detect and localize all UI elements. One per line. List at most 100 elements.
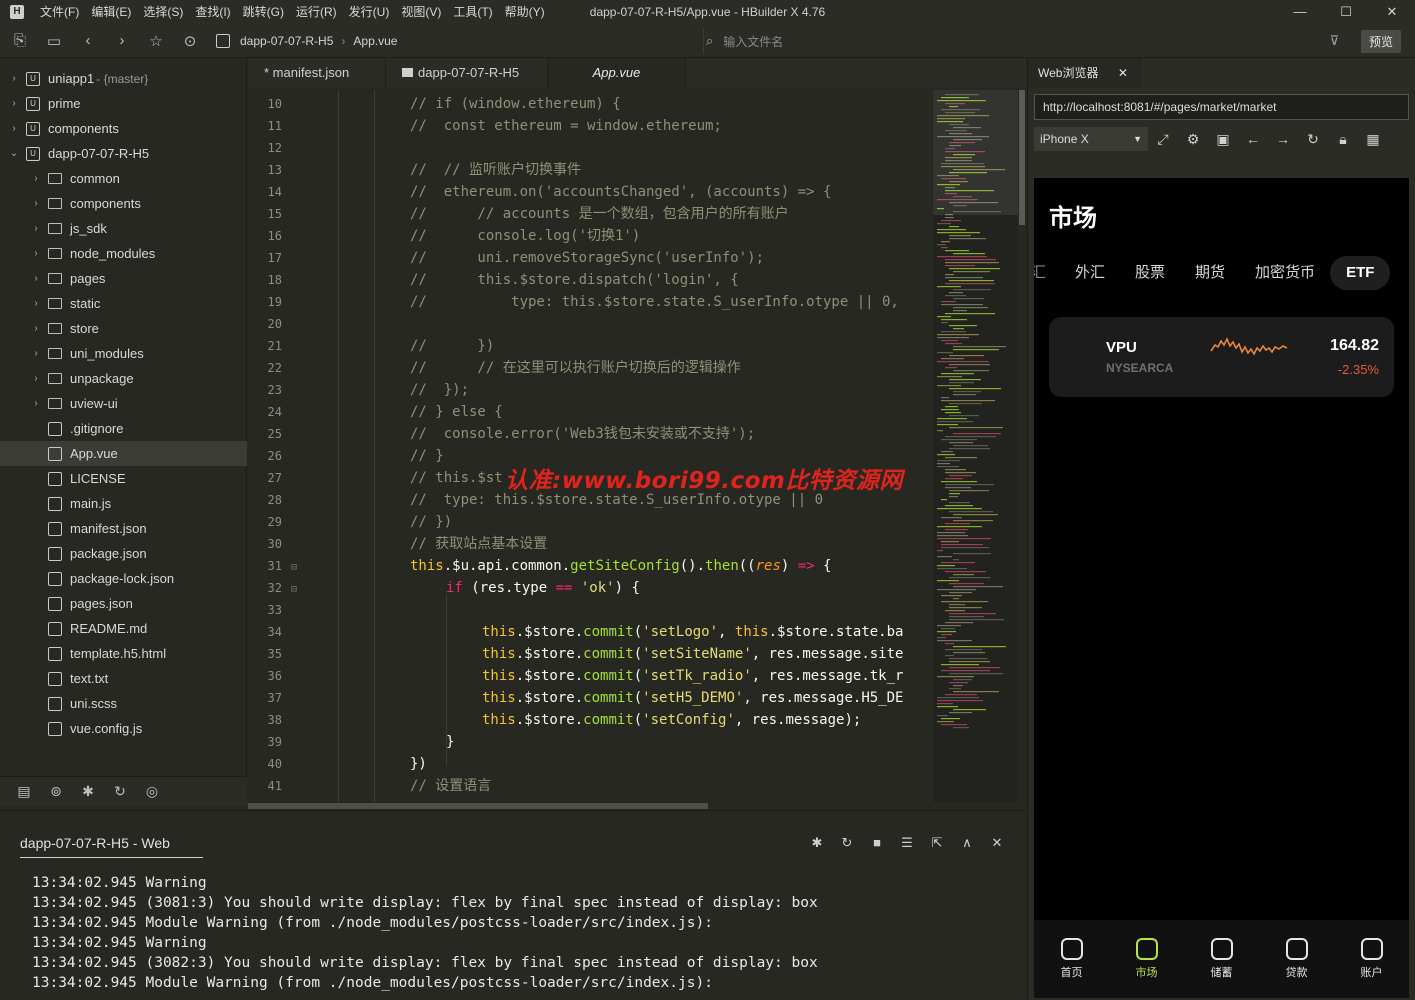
chevron-icon[interactable]: › xyxy=(30,198,42,209)
filter-log-icon[interactable]: ☰ xyxy=(892,835,922,851)
chevron-icon[interactable]: › xyxy=(8,123,20,134)
back-arrow-icon[interactable]: ← xyxy=(1238,131,1268,147)
chevron-icon[interactable]: › xyxy=(30,173,42,184)
sidebar-item[interactable]: › Uprime xyxy=(0,91,247,116)
minimap[interactable] xyxy=(933,90,1018,802)
url-input[interactable]: http://localhost:8081/#/pages/market/mar… xyxy=(1034,94,1409,120)
rotate-icon[interactable]: ⤢ xyxy=(1148,131,1178,148)
sidebar-item[interactable]: › pages xyxy=(0,266,247,291)
collapse-icon[interactable]: ∧ xyxy=(952,835,982,851)
close-button[interactable]: ✕ xyxy=(1369,0,1415,24)
forward-arrow-icon[interactable]: → xyxy=(1268,131,1298,147)
asset-card[interactable]: VPU NYSEARCA 164.82 -2.35% xyxy=(1049,317,1394,397)
save-icon[interactable]: ▭ xyxy=(40,27,68,55)
sidebar-item[interactable]: App.vue xyxy=(0,441,247,466)
restart-icon[interactable]: ↻ xyxy=(832,835,862,851)
plugin-icon[interactable]: ◎ xyxy=(136,783,168,800)
breadcrumb-project[interactable]: dapp-07-07-R-H5 xyxy=(240,34,333,48)
menu-run[interactable]: 运行(R) xyxy=(290,0,343,24)
code-editor[interactable]: 10 // if (window.ethereum) {11 // const et… xyxy=(248,90,933,802)
sidebar-item[interactable]: main.js xyxy=(0,491,247,516)
close-icon[interactable]: ✕ xyxy=(1118,66,1128,80)
menu-publish[interactable]: 发行(U) xyxy=(343,0,396,24)
vertical-scrollbar[interactable] xyxy=(1018,90,1026,802)
nav-item[interactable]: 市场 xyxy=(1117,938,1177,980)
forward-icon[interactable]: › xyxy=(108,27,136,55)
menu-view[interactable]: 视图(V) xyxy=(395,0,447,24)
sidebar-item[interactable]: package-lock.json xyxy=(0,566,247,591)
preview-button[interactable]: 预览 xyxy=(1360,30,1401,53)
bookmark-star-icon[interactable]: ☆ xyxy=(142,27,170,55)
menu-find[interactable]: 查找(I) xyxy=(189,0,236,24)
minimize-button[interactable]: — xyxy=(1277,0,1323,24)
git-icon[interactable]: ↻ xyxy=(104,783,136,800)
sidebar-item[interactable]: text.txt xyxy=(0,666,247,691)
nav-item[interactable]: 贷款 xyxy=(1267,938,1327,980)
sidebar-item[interactable]: › node_modules xyxy=(0,241,247,266)
sidebar-item[interactable]: template.h5.html xyxy=(0,641,247,666)
sidebar-item[interactable]: LICENSE xyxy=(0,466,247,491)
lock-icon[interactable]: 🔒︎ xyxy=(1328,131,1358,148)
sidebar-item[interactable]: › common xyxy=(0,166,247,191)
console-icon[interactable]: ▣ xyxy=(1208,131,1238,148)
stop-icon[interactable]: ■ xyxy=(862,835,892,851)
chevron-icon[interactable]: › xyxy=(30,323,42,334)
nav-item[interactable]: 账户 xyxy=(1342,938,1402,980)
sidebar-item[interactable]: › js_sdk xyxy=(0,216,247,241)
maximize-button[interactable]: ☐ xyxy=(1323,0,1369,24)
tab-manifest[interactable]: * manifest.json xyxy=(248,58,386,88)
sidebar-item[interactable]: manifest.json xyxy=(0,516,247,541)
menu-file[interactable]: 文件(F) xyxy=(34,0,85,24)
menu-help[interactable]: 帮助(Y) xyxy=(499,0,551,24)
chevron-icon[interactable]: ⌄ xyxy=(8,148,20,159)
minimap-viewport[interactable] xyxy=(933,90,1018,215)
sidebar-item[interactable]: › store xyxy=(0,316,247,341)
tab-partial[interactable]: 汇 xyxy=(1034,256,1060,290)
refresh-icon[interactable]: ↻ xyxy=(1298,131,1328,148)
fold-icon[interactable]: ⊟ xyxy=(288,579,300,601)
sidebar-item[interactable]: .gitignore xyxy=(0,416,247,441)
back-icon[interactable]: ‹ xyxy=(74,27,102,55)
menu-tools[interactable]: 工具(T) xyxy=(447,0,498,24)
device-select[interactable]: iPhone X ▼ xyxy=(1034,127,1148,151)
menu-select[interactable]: 选择(S) xyxy=(137,0,189,24)
sidebar-item[interactable]: package.json xyxy=(0,541,247,566)
sidebar-item[interactable]: uni.scss xyxy=(0,691,247,716)
qr-code-icon[interactable]: ▦ xyxy=(1358,131,1388,148)
filter-icon[interactable]: ⊽ xyxy=(1329,33,1339,49)
scroll-thumb[interactable] xyxy=(248,803,708,809)
scroll-thumb[interactable] xyxy=(1019,90,1025,225)
chevron-icon[interactable]: › xyxy=(30,298,42,309)
tab-forex[interactable]: 外汇 xyxy=(1060,256,1120,290)
fold-icon[interactable]: ⊟ xyxy=(288,557,300,579)
sidebar-item[interactable]: › Uuniapp1- {master} xyxy=(0,66,247,91)
breadcrumb-file[interactable]: App.vue xyxy=(353,34,397,48)
chevron-icon[interactable]: › xyxy=(30,348,42,359)
tab-crypto[interactable]: 加密货币 xyxy=(1240,256,1330,290)
sidebar-item[interactable]: ⌄ Udapp-07-07-R-H5 xyxy=(0,141,247,166)
chevron-icon[interactable]: › xyxy=(30,223,42,234)
nav-item[interactable]: 首页 xyxy=(1042,938,1102,980)
menu-edit[interactable]: 编辑(E) xyxy=(85,0,137,24)
sidebar-item[interactable]: vue.config.js xyxy=(0,716,247,741)
binoculars-icon[interactable]: ⊚ xyxy=(40,783,72,800)
sidebar-item[interactable]: › unpackage xyxy=(0,366,247,391)
sidebar-item[interactable]: › components xyxy=(0,191,247,216)
new-file-icon[interactable]: ⎘ xyxy=(6,27,34,55)
debug-icon[interactable]: ✱ xyxy=(802,835,832,851)
sidebar-item[interactable]: pages.json xyxy=(0,591,247,616)
debug-bug-icon[interactable]: ✱ xyxy=(72,783,104,800)
chevron-icon[interactable]: › xyxy=(8,73,20,84)
chevron-icon[interactable]: › xyxy=(30,373,42,384)
chevron-icon[interactable]: › xyxy=(8,98,20,109)
sidebar-item[interactable]: › static xyxy=(0,291,247,316)
sidebar-item[interactable]: › uni_modules xyxy=(0,341,247,366)
chevron-icon[interactable]: › xyxy=(30,273,42,284)
open-external-icon[interactable]: ⇱ xyxy=(922,835,952,851)
chevron-icon[interactable]: › xyxy=(30,398,42,409)
nav-item[interactable]: 储蓄 xyxy=(1192,938,1252,980)
menu-goto[interactable]: 跳转(G) xyxy=(237,0,290,24)
tab-web-browser[interactable]: Web浏览器 ✕ xyxy=(1028,58,1142,88)
tab-app-vue[interactable]: App.vue xyxy=(548,58,686,88)
sidebar-item[interactable]: README.md xyxy=(0,616,247,641)
